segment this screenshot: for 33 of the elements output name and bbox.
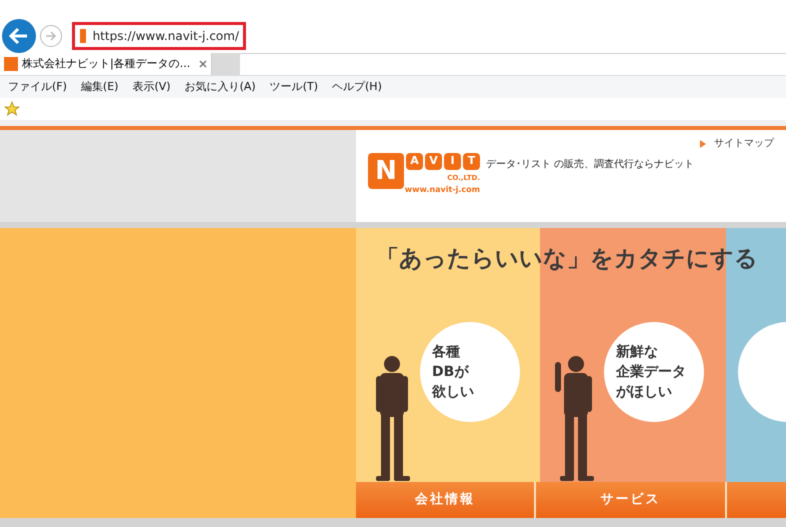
forward-button[interactable] — [40, 24, 62, 46]
back-button[interactable] — [2, 18, 36, 52]
menu-item[interactable]: 表示(V) — [132, 78, 171, 96]
sitemap-link[interactable]: サイトマップ — [714, 136, 774, 151]
site-favicon-icon — [4, 57, 18, 71]
bubble-text: 新鮮な — [616, 342, 659, 362]
bubble-text: DBが — [432, 363, 470, 382]
site-favicon-icon — [79, 28, 87, 44]
bubble-text: 各種 — [432, 343, 461, 362]
chevron-icon — [700, 140, 706, 148]
browser-tab[interactable]: 株式会社ナビット|各種データの... — [0, 53, 212, 75]
logo-letter: I — [444, 153, 461, 170]
menu-item[interactable]: 編集(E) — [80, 78, 118, 96]
logo-letter: A — [406, 153, 423, 170]
back-arrow-icon — [9, 26, 29, 44]
logo-letter: N — [368, 153, 404, 189]
bubble-text: がほしい — [616, 383, 673, 402]
tab-title: 株式会社ナビット|各種データの... — [22, 56, 190, 72]
logo-letter: V — [425, 153, 442, 170]
logo-url-text: www.navit-j.com — [404, 186, 480, 194]
address-bar[interactable]: https://www.navit-j.com/ — [72, 22, 246, 50]
bubble-text: 企業データ — [616, 363, 687, 382]
logo-letter: T — [463, 153, 480, 170]
menu-item[interactable]: ヘルプ(H) — [332, 78, 382, 96]
bubble-text: 欲しい — [432, 383, 475, 402]
menu-item[interactable]: ツール(T) — [270, 78, 318, 96]
url-text: https://www.navit-j.com/ — [92, 28, 239, 44]
close-icon[interactable] — [199, 60, 207, 68]
menu-item[interactable]: ファイル(F) — [8, 78, 67, 96]
favorites-star-icon[interactable] — [4, 101, 20, 117]
menu-item[interactable]: お気に入り(A) — [184, 78, 256, 96]
tagline: データ･リスト の販売、調査代行ならナビット — [486, 158, 694, 172]
forward-arrow-icon — [45, 30, 57, 40]
